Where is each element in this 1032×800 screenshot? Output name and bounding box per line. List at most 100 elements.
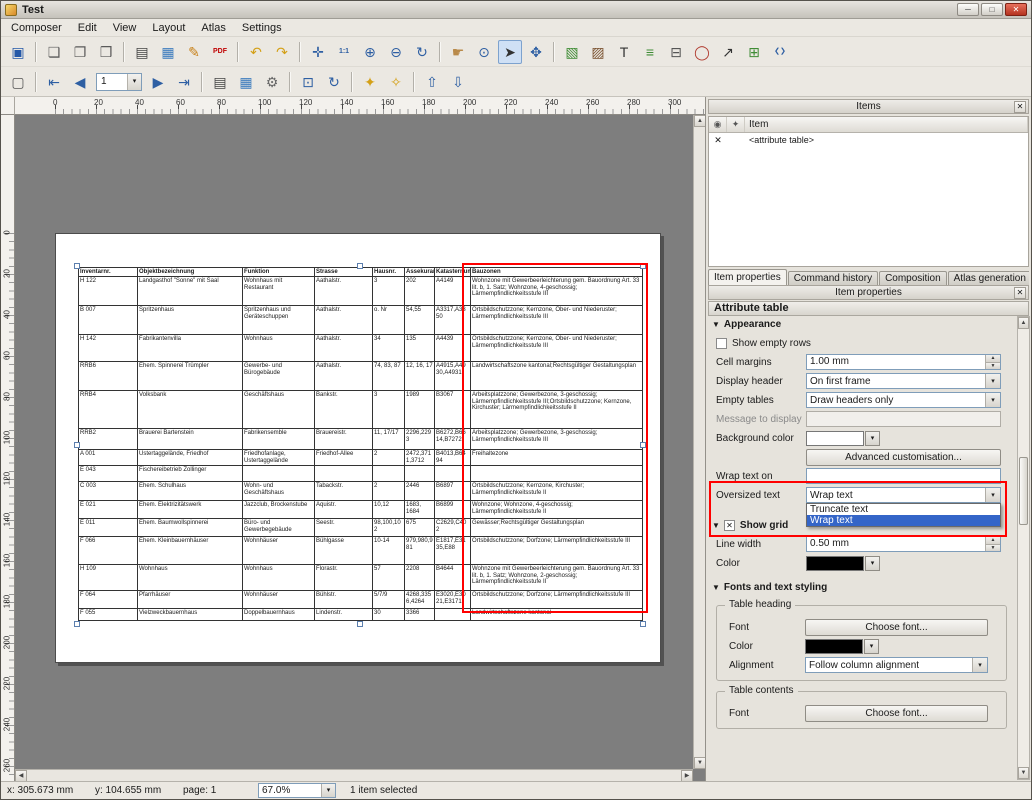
last-feature-button[interactable]: ⇥ <box>172 70 196 94</box>
grid-color-dropdown[interactable]: ▾ <box>865 556 880 571</box>
heading-color-swatch[interactable] <box>805 639 863 654</box>
add-legend-button[interactable]: ≡ <box>638 40 662 64</box>
chevron-down-icon[interactable]: ▾ <box>127 74 141 90</box>
items-dock-title[interactable]: Items ✕ <box>708 99 1029 114</box>
resize-handle[interactable] <box>357 263 363 269</box>
select-move-item-button[interactable]: ➤ <box>498 40 522 64</box>
atlas-settings-button[interactable]: ⚙ <box>260 70 284 94</box>
display-header-combo[interactable]: On first frame ▾ <box>806 373 1001 389</box>
zoom-level-combo[interactable]: 67.0% ▾ <box>258 783 336 798</box>
item-label[interactable]: <attribute table> <box>745 135 1028 145</box>
contents-choose-font-button[interactable]: Choose font... <box>805 705 988 722</box>
composer-canvas[interactable]: Inventarnr.ObjektbezeichnungFunktionStra… <box>15 115 705 781</box>
canvas-horizontal-scrollbar[interactable]: ◀ ▶ <box>15 769 693 781</box>
wrap-text-on-input[interactable] <box>806 468 1001 484</box>
scroll-left-icon[interactable]: ◀ <box>15 770 27 781</box>
item-properties-dock-title[interactable]: Item properties ✕ <box>708 285 1029 300</box>
add-attribute-table-button[interactable]: ⊞ <box>742 40 766 64</box>
print-button[interactable]: ▤ <box>130 40 154 64</box>
add-html-frame-button[interactable]: ❮❯ <box>768 40 792 64</box>
zoom-refresh-button[interactable]: ↻ <box>322 70 346 94</box>
background-color-dropdown[interactable]: ▾ <box>865 431 880 446</box>
composer-manager-button[interactable]: ❒ <box>94 40 118 64</box>
new-composition-button[interactable]: ❏ <box>42 40 66 64</box>
fonts-group-header[interactable]: ▼ Fonts and text styling <box>708 579 1015 595</box>
zoom-tool-button[interactable]: ⊙ <box>472 40 496 64</box>
add-arrow-button[interactable]: ↗ <box>716 40 740 64</box>
scroll-right-icon[interactable]: ▶ <box>681 770 693 781</box>
export-pdf-button[interactable]: PDF <box>208 40 232 64</box>
move-item-content-button[interactable]: ✥ <box>524 40 548 64</box>
resize-handle[interactable] <box>74 263 80 269</box>
resize-handle[interactable] <box>640 442 646 448</box>
add-label-button[interactable]: T <box>612 40 636 64</box>
raise-items-button[interactable]: ⇧ <box>420 70 444 94</box>
scroll-down-icon[interactable]: ▼ <box>1018 767 1029 779</box>
tab-composition[interactable]: Composition <box>879 271 947 285</box>
lock-items-button[interactable]: ✦ <box>358 70 382 94</box>
menu-composer[interactable]: Composer <box>3 20 70 36</box>
title-bar[interactable]: Test ─ □ ✕ <box>1 1 1031 19</box>
scroll-up-icon[interactable]: ▲ <box>694 115 705 127</box>
next-feature-button[interactable]: ▶ <box>146 70 170 94</box>
spin-down-icon[interactable]: ▼ <box>986 544 1000 552</box>
print-atlas-button[interactable]: ▤ <box>208 70 232 94</box>
line-width-spinbox[interactable]: 0.50 mm ▲ ▼ <box>806 536 1001 552</box>
items-row-attribute-table[interactable]: ✕ <attribute table> <box>709 133 1028 147</box>
zoom-to-item-button[interactable]: ⊡ <box>296 70 320 94</box>
unlock-items-button[interactable]: ✧ <box>384 70 408 94</box>
background-color-swatch[interactable] <box>806 431 864 446</box>
resize-handle[interactable] <box>357 621 363 627</box>
show-empty-rows-checkbox[interactable] <box>716 338 727 349</box>
dropdown-option-truncate-text[interactable]: Truncate text <box>807 504 1000 515</box>
undo-button[interactable]: ↶ <box>244 40 268 64</box>
lower-items-button[interactable]: ⇩ <box>446 70 470 94</box>
properties-scrollbar[interactable]: ▲ ▼ <box>1017 316 1030 780</box>
item-visibility-checkbox[interactable]: ✕ <box>709 135 727 146</box>
add-map-button[interactable]: ▧ <box>560 40 584 64</box>
export-svg-button[interactable]: ✎ <box>182 40 206 64</box>
add-shape-button[interactable]: ◯ <box>690 40 714 64</box>
heading-color-dropdown[interactable]: ▾ <box>864 639 879 654</box>
preview-atlas-button[interactable]: ▢ <box>6 70 30 94</box>
duplicate-composition-button[interactable]: ❐ <box>68 40 92 64</box>
tab-atlas-generation[interactable]: Atlas generation <box>948 271 1029 285</box>
resize-handle[interactable] <box>74 442 80 448</box>
menu-atlas[interactable]: Atlas <box>193 20 233 36</box>
tab-command-history[interactable]: Command history <box>788 271 878 285</box>
pan-tool-button[interactable]: ☛ <box>446 40 470 64</box>
zoom-in-button[interactable]: ⊕ <box>358 40 382 64</box>
canvas-vertical-scrollbar[interactable]: ▲ ▼ <box>693 115 705 769</box>
heading-choose-font-button[interactable]: Choose font... <box>805 619 988 636</box>
scroll-down-icon[interactable]: ▼ <box>694 757 705 769</box>
resize-handle[interactable] <box>74 621 80 627</box>
refresh-view-button[interactable]: ↻ <box>410 40 434 64</box>
attribute-table-item[interactable]: Inventarnr.ObjektbezeichnungFunktionStra… <box>78 267 642 623</box>
resize-handle[interactable] <box>640 621 646 627</box>
tab-item-properties[interactable]: Item properties <box>708 269 787 285</box>
menu-view[interactable]: View <box>105 20 145 36</box>
add-scalebar-button[interactable]: ⊟ <box>664 40 688 64</box>
close-icon[interactable]: ✕ <box>1014 287 1026 299</box>
oversized-text-combo[interactable]: Wrap text ▾ Truncate textWrap text <box>806 487 1001 503</box>
add-image-button[interactable]: ▨ <box>586 40 610 64</box>
show-grid-checkbox[interactable]: ✕ <box>724 520 735 531</box>
spin-down-icon[interactable]: ▼ <box>986 362 1000 370</box>
zoom-full-button[interactable]: ✛ <box>306 40 330 64</box>
heading-alignment-combo[interactable]: Follow column alignment ▾ <box>805 657 988 673</box>
first-feature-button[interactable]: ⇤ <box>42 70 66 94</box>
cell-margins-spinbox[interactable]: 1.00 mm ▲ ▼ <box>806 354 1001 370</box>
previous-feature-button[interactable]: ◀ <box>68 70 92 94</box>
maximize-button[interactable]: □ <box>981 3 1003 16</box>
redo-button[interactable]: ↷ <box>270 40 294 64</box>
export-image-button[interactable]: ▦ <box>156 40 180 64</box>
menu-settings[interactable]: Settings <box>234 20 290 36</box>
scrollbar-thumb[interactable] <box>1019 457 1028 525</box>
grid-color-swatch[interactable] <box>806 556 864 571</box>
export-atlas-button[interactable]: ▦ <box>234 70 258 94</box>
scroll-up-icon[interactable]: ▲ <box>1018 317 1029 329</box>
menu-layout[interactable]: Layout <box>144 20 193 36</box>
dropdown-option-wrap-text[interactable]: Wrap text <box>807 515 1000 526</box>
save-project-button[interactable]: ▣ <box>6 40 30 64</box>
appearance-group-header[interactable]: ▼ Appearance <box>708 316 1015 332</box>
